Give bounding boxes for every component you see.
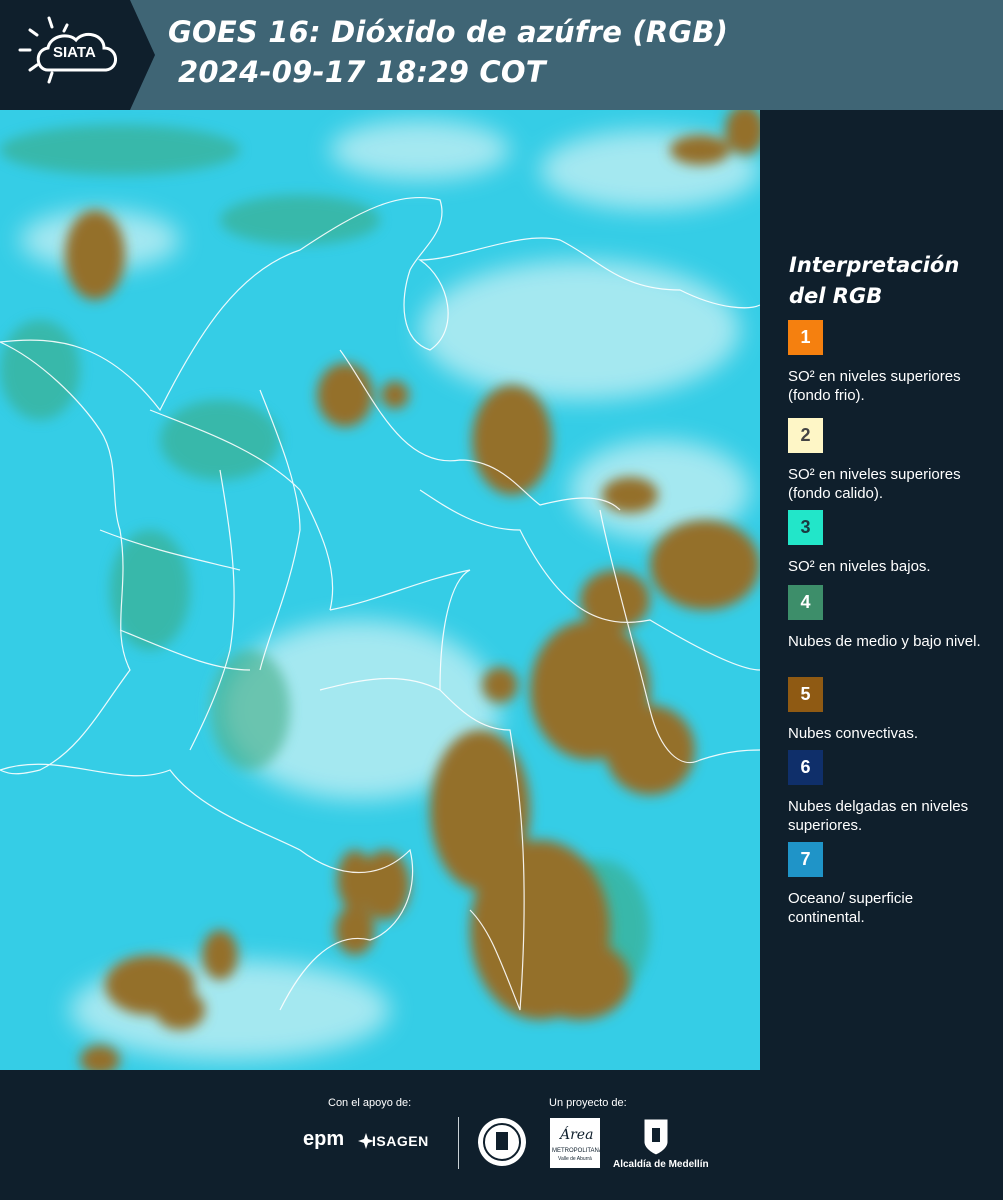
legend-swatch-3: 3 [788,510,823,545]
project-label: Un proyecto de: [549,1097,627,1109]
header-bar: SIATA GOES 16: Dióxido de azúfre (RGB) 2… [0,0,1003,110]
support-label: Con el apoyo de: [328,1097,412,1109]
area-logo-text: Área [560,1127,594,1143]
legend-swatch-1: 1 [788,320,823,355]
epm-logo: epm [303,1128,345,1150]
legend-label-6: Nubes delgadas en niveles superiores. [788,798,969,834]
medellin-seal-icon [478,1118,526,1166]
legend-item-7: 7 Oceano/ superficie continental. [788,842,988,927]
legend-swatch-5: 5 [788,677,823,712]
legend-item-4: 4 Nubes de medio y bajo nivel. [788,585,988,651]
legend-label-3: SO² en niveles bajos. [788,558,931,575]
legend-item-6: 6 Nubes delgadas en niveles superiores. [788,750,988,835]
timestamp: 2024-09-17 18:29 COT [178,55,546,89]
satellite-map [0,110,760,1070]
legend-title: Interpretación del RGB [789,253,960,308]
isagen-logo: ISAGEN [372,1133,429,1149]
footer-divider [458,1117,459,1169]
legend-swatch-6: 6 [788,750,823,785]
siata-logo-text: SIATA [53,44,96,61]
area-logo-subtext2: Valle de Aburrá [558,1156,592,1162]
legend-label-5: Nubes convectivas. [788,725,919,742]
legend-label-7: Oceano/ superficie continental. [788,890,914,926]
legend-item-1: 1 SO² en niveles superiores (fondo frio)… [788,320,988,405]
legend-label-4: Nubes de medio y bajo nivel. [788,633,981,650]
legend-swatch-7: 7 [788,842,823,877]
legend-swatch-4: 4 [788,585,823,620]
alcaldia-label: Alcaldía de Medellín [613,1159,709,1170]
siata-logo: SIATA [0,0,155,110]
alcaldia-shield-icon [643,1118,669,1156]
page-title: GOES 16: Dióxido de azúfre (RGB) [168,15,729,49]
legend-label-1: SO² en niveles superiores (fondo frio). [788,368,961,404]
legend-item-2: 2 SO² en niveles superiores (fondo calid… [788,418,988,503]
legend-label-2: SO² en niveles superiores (fondo calido)… [788,466,961,502]
legend-swatch-2: 2 [788,418,823,453]
area-logo-subtext: METROPOLITANA [552,1148,603,1154]
legend-item-5: 5 Nubes convectivas. [788,677,988,743]
legend-panel: Interpretación del RGB 1 SO² en niveles … [760,110,1003,1070]
footer: Con el apoyo de: Un proyecto de: epm ISA… [0,1070,1003,1200]
legend-item-3: 3 SO² en niveles bajos. [788,510,988,576]
